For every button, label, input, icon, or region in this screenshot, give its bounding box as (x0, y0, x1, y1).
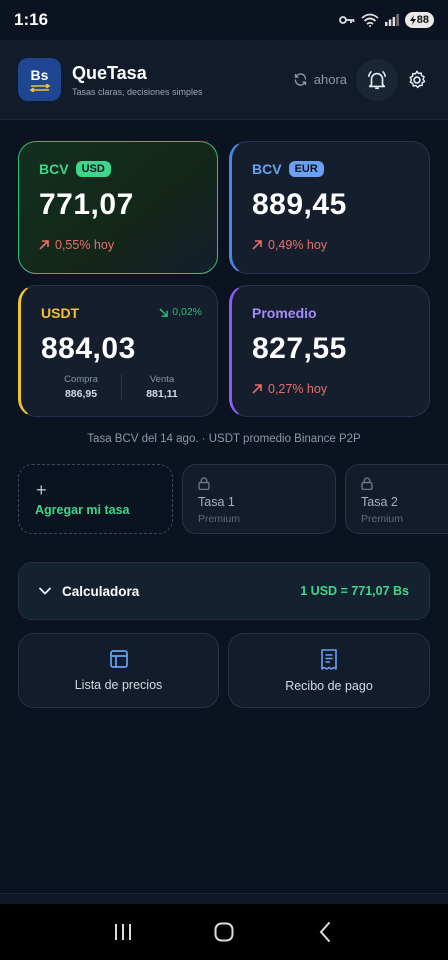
refresh-icon (294, 73, 306, 86)
buy-sell-split: Compra 886,95 Venta 881,11 (41, 374, 202, 400)
sell-column: Venta 881,11 (121, 374, 202, 400)
slot-name: Tasa 1 (198, 495, 235, 509)
card-label: BCV (39, 161, 69, 177)
exchange-arrows-icon (29, 83, 50, 92)
card-header: BCV USD (39, 161, 111, 177)
home-button[interactable] (204, 912, 244, 952)
price-list-label: Lista de precios (74, 678, 163, 692)
app-header: Bs QueTasa Tasas claras, decisiones simp… (0, 40, 448, 120)
buy-label: Compra (64, 374, 98, 385)
slot-name: Tasa 2 (361, 495, 398, 509)
sell-value: 881,11 (146, 388, 178, 400)
home-icon (214, 922, 234, 942)
payment-receipt-button[interactable]: Recibo de pago (228, 633, 430, 708)
rates-source-note: Tasa BCV del 14 ago. · USDT promedio Bin… (87, 433, 361, 445)
card-label: BCV (252, 161, 282, 177)
payment-receipt-label: Recibo de pago (285, 678, 373, 693)
rate-change-text: 0,49% hoy (268, 238, 328, 252)
rate-value: 771,07 (39, 188, 134, 221)
rate-change: 0,02% (159, 306, 202, 318)
slot-premium-label: Premium (361, 513, 404, 525)
arrow-up-right-icon (252, 240, 262, 250)
sell-label: Venta (149, 374, 175, 385)
price-list-button[interactable]: Lista de precios (18, 633, 219, 708)
table-icon (109, 650, 128, 668)
app-name: QueTasa (72, 62, 147, 83)
gear-icon (409, 70, 426, 88)
lock-icon (198, 477, 210, 490)
arrow-up-right-icon (39, 240, 49, 250)
bell-icon (368, 70, 386, 89)
settings-button[interactable] (404, 67, 430, 93)
rate-value: 884,03 (41, 332, 136, 365)
back-button[interactable] (305, 912, 345, 952)
wifi-icon (361, 13, 379, 27)
recent-apps-icon (114, 924, 131, 940)
slot-premium-label: Premium (198, 513, 241, 525)
card-header: Promedio (252, 305, 317, 321)
card-header: USDT (41, 305, 79, 321)
custom-rate-slot-2[interactable]: Tasa 2 Premium (345, 464, 448, 534)
calculator-title: Calculadora (62, 583, 140, 599)
rate-change: 0,27% hoy (252, 382, 327, 396)
rate-card-bcv-eur[interactable]: BCV EUR 889,45 0,49% hoy (229, 141, 430, 274)
plus-icon: + (36, 480, 47, 500)
app-tagline: Tasas claras, decisiones simples (72, 86, 203, 97)
rate-change: 0,55% hoy (39, 238, 114, 252)
battery-level: 88 (416, 14, 429, 26)
rate-card-bcv-usd[interactable]: BCV USD 771,07 0,55% hoy (18, 141, 218, 274)
custom-rate-slot-1[interactable]: Tasa 1 Premium (182, 464, 336, 534)
brand-block: QueTasa Tasas claras, decisiones simples (72, 63, 203, 97)
chevron-down-icon (39, 587, 51, 595)
arrow-down-right-icon (159, 307, 169, 317)
header-actions: ahora (293, 58, 430, 101)
rate-change: 0,49% hoy (252, 238, 327, 252)
calculator-toggle[interactable]: Calculadora 1 USD = 771,07 Bs (18, 562, 430, 620)
buy-column: Compra 886,95 (41, 374, 121, 400)
add-custom-rate-button[interactable]: + Agregar mi tasa (18, 464, 173, 534)
rate-card-average[interactable]: Promedio 827,55 0,27% hoy (229, 285, 430, 417)
card-label: USDT (41, 305, 80, 321)
refresh-label: ahora (313, 72, 347, 87)
battery-indicator: 88 (404, 12, 434, 28)
currency-chip: USD (75, 161, 111, 177)
system-navigation-bar (0, 904, 448, 960)
bottom-divider (0, 893, 448, 904)
arrow-up-right-icon (252, 384, 262, 394)
rate-value: 827,55 (252, 332, 347, 365)
buy-value: 886,95 (64, 388, 98, 400)
recent-apps-button[interactable] (103, 912, 143, 952)
lock-icon (361, 477, 373, 490)
card-header: BCV EUR (252, 161, 324, 177)
currency-chip: EUR (288, 161, 324, 177)
calculator-rate: 1 USD = 771,07 Bs (300, 584, 409, 598)
rate-card-usdt[interactable]: USDT 0,02% 884,03 Compra 886,95 Venta 88… (18, 285, 218, 417)
charging-icon (409, 15, 416, 25)
card-label: Promedio (252, 305, 317, 321)
signal-icon (384, 14, 399, 26)
status-icons: 88 (338, 12, 434, 28)
rate-value: 889,45 (252, 188, 347, 221)
status-time: 1:16 (14, 10, 49, 29)
refresh-button[interactable]: ahora (293, 72, 347, 87)
rate-change-text: 0,02% (172, 306, 202, 318)
key-icon (338, 16, 355, 24)
logo-text: Bs (30, 66, 49, 83)
add-custom-rate-label: Agregar mi tasa (35, 503, 130, 517)
notifications-button[interactable] (356, 58, 398, 101)
rate-change-text: 0,27% hoy (268, 382, 328, 396)
back-icon (319, 922, 331, 942)
app-logo: Bs (18, 58, 61, 101)
rate-change-text: 0,55% hoy (55, 238, 115, 252)
receipt-icon (321, 648, 337, 670)
status-bar: 1:16 88 (0, 0, 448, 40)
